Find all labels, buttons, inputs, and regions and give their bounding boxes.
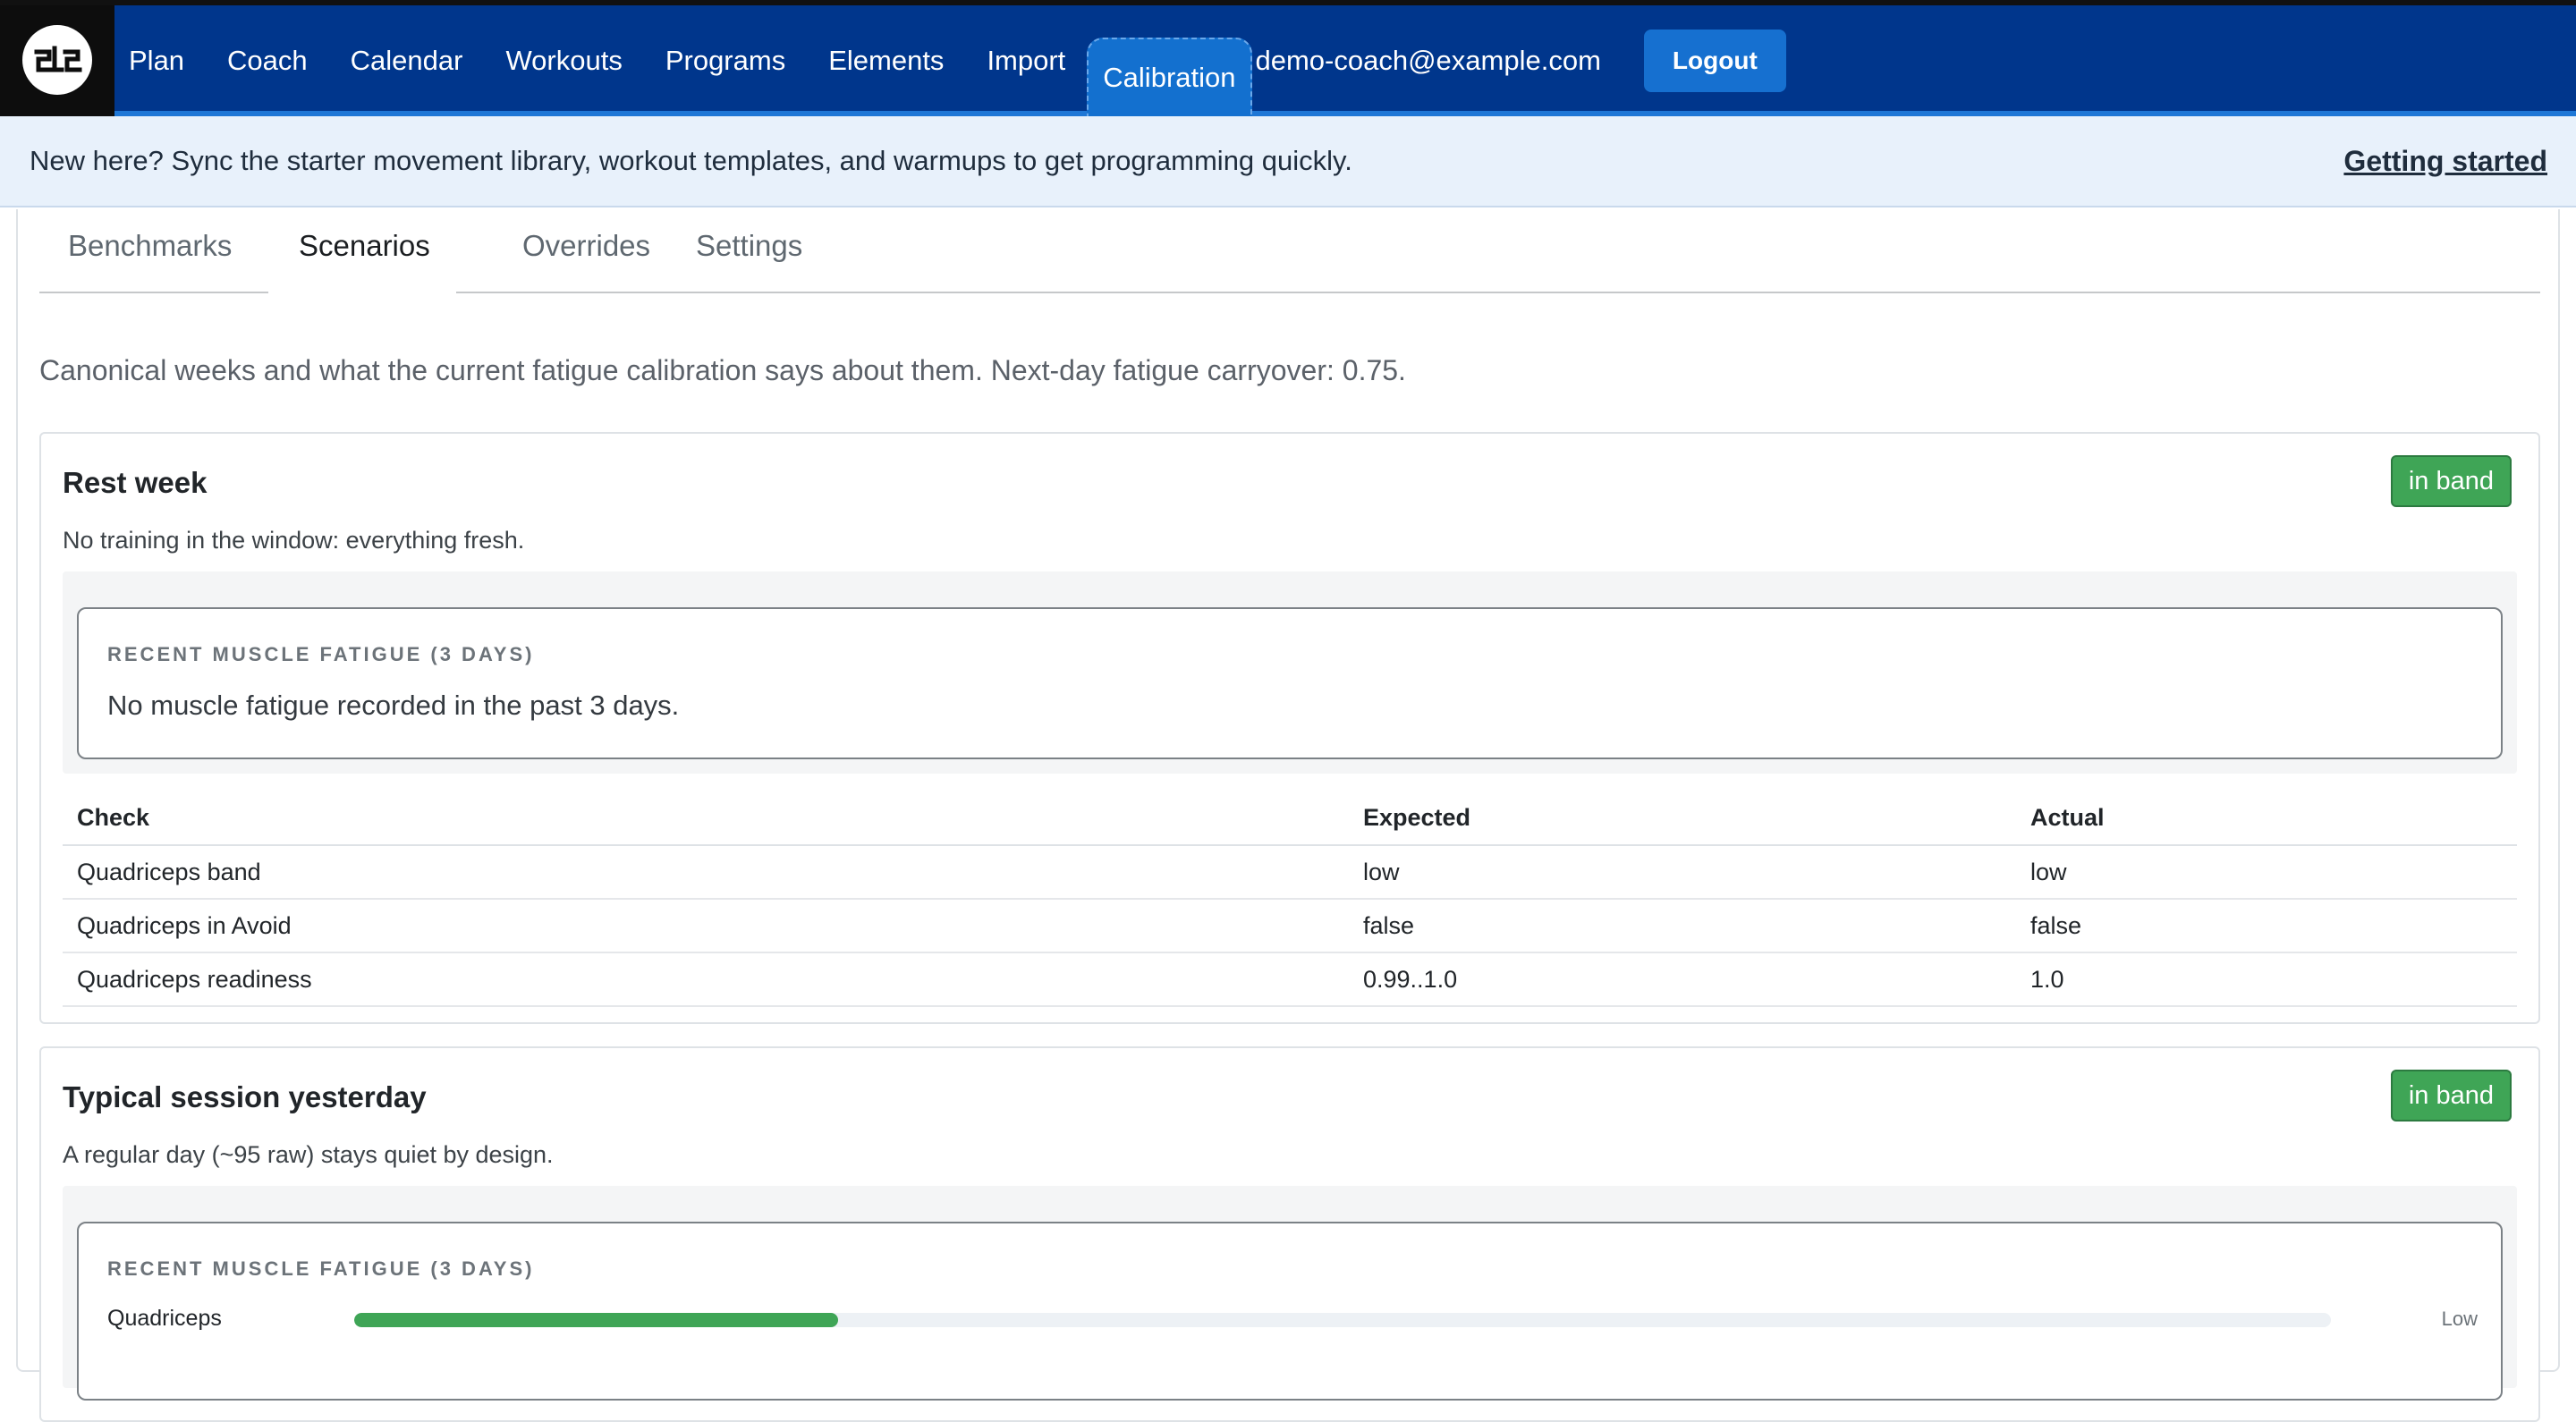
status-badge: in band: [2390, 1070, 2512, 1122]
onboarding-banner: New here? Sync the starter movement libr…: [0, 116, 2576, 207]
column-header-expected: Expected: [1349, 791, 2016, 846]
fatigue-bar-fill: [354, 1313, 839, 1327]
actual-cell: false: [2016, 899, 2517, 953]
check-cell: Quadriceps band: [63, 845, 1349, 900]
tab-settings[interactable]: Settings: [667, 209, 831, 292]
banner-text: New here? Sync the starter movement libr…: [30, 145, 1352, 176]
fatigue-box: RECENT MUSCLE FATIGUE (3 DAYS) No muscle…: [77, 607, 2503, 759]
calibration-tabs: Benchmarks Scenarios Overrides Settings: [39, 209, 2540, 295]
scenario-description: A regular day (~95 raw) stays quiet by d…: [63, 1141, 554, 1168]
scenario-card-rest-week: Rest week in band No training in the win…: [39, 432, 2540, 1024]
muscle-fatigue-row: Quadriceps Low: [107, 1302, 2478, 1338]
table-row: Quadriceps band low low: [63, 845, 2517, 900]
logout-button[interactable]: Logout: [1643, 30, 1786, 92]
column-header-check: Check: [63, 791, 1349, 846]
fatigue-label: RECENT MUSCLE FATIGUE (3 DAYS): [107, 643, 535, 665]
nav-coach[interactable]: Coach: [206, 23, 329, 98]
checks-table: Check Expected Actual Quadriceps band lo…: [63, 791, 2517, 1007]
check-cell: Quadriceps readiness: [63, 952, 1349, 1007]
tab-overrides[interactable]: Overrides: [494, 209, 679, 292]
nav-plan[interactable]: Plan: [129, 23, 206, 98]
fatigue-bar-track: [354, 1313, 2331, 1327]
muscle-name: Quadriceps: [107, 1306, 222, 1331]
nav-programs[interactable]: Programs: [644, 23, 807, 98]
main-nav: Plan Coach Calendar Workouts Programs El…: [129, 5, 1786, 116]
nav-calibration[interactable]: Calibration: [1087, 38, 1252, 116]
nav-elements[interactable]: Elements: [807, 23, 965, 98]
fatigue-section: RECENT MUSCLE FATIGUE (3 DAYS) No muscle…: [63, 571, 2517, 774]
scenario-description: No training in the window: everything fr…: [63, 527, 525, 554]
actual-cell: low: [2016, 845, 2517, 900]
check-cell: Quadriceps in Avoid: [63, 899, 1349, 953]
status-badge: in band: [2390, 455, 2512, 507]
app-logo[interactable]: [0, 5, 114, 116]
fatigue-empty-message: No muscle fatigue recorded in the past 3…: [107, 690, 680, 721]
fatigue-level: Low: [2441, 1308, 2478, 1330]
scenario-card-typical-session: Typical session yesterday in band A regu…: [39, 1046, 2540, 1422]
scenario-title: Typical session yesterday: [63, 1080, 427, 1113]
expected-cell: low: [1349, 845, 2016, 900]
nav-calendar[interactable]: Calendar: [329, 23, 485, 98]
scenario-title: Rest week: [63, 466, 208, 499]
actual-cell: 1.0: [2016, 952, 2517, 1007]
table-header-row: Check Expected Actual: [63, 791, 2517, 846]
top-navbar: Plan Coach Calendar Workouts Programs El…: [0, 0, 2576, 116]
active-tab-gap: [268, 292, 456, 295]
table-row: Quadriceps readiness 0.99..1.0 1.0: [63, 952, 2517, 1007]
nav-workouts[interactable]: Workouts: [484, 23, 643, 98]
intro-text: Canonical weeks and what the current fat…: [39, 354, 1406, 386]
column-header-actual: Actual: [2016, 791, 2517, 846]
tab-benchmarks[interactable]: Benchmarks: [39, 209, 260, 292]
user-email: demo-coach@example.com: [1255, 45, 1601, 76]
expected-cell: 0.99..1.0: [1349, 952, 2016, 1007]
fatigue-box: RECENT MUSCLE FATIGUE (3 DAYS) Quadricep…: [77, 1222, 2503, 1401]
nav-import[interactable]: Import: [965, 23, 1087, 98]
fatigue-section: RECENT MUSCLE FATIGUE (3 DAYS) Quadricep…: [63, 1186, 2517, 1401]
fatigue-label: RECENT MUSCLE FATIGUE (3 DAYS): [107, 1257, 535, 1280]
expected-cell: false: [1349, 899, 2016, 953]
logo-icon: [22, 25, 92, 95]
tab-scenarios[interactable]: Scenarios: [270, 209, 459, 292]
getting-started-link[interactable]: Getting started: [2343, 145, 2547, 178]
table-row: Quadriceps in Avoid false false: [63, 899, 2517, 953]
calibration-panel: Benchmarks Scenarios Overrides Settings …: [16, 209, 2560, 1422]
